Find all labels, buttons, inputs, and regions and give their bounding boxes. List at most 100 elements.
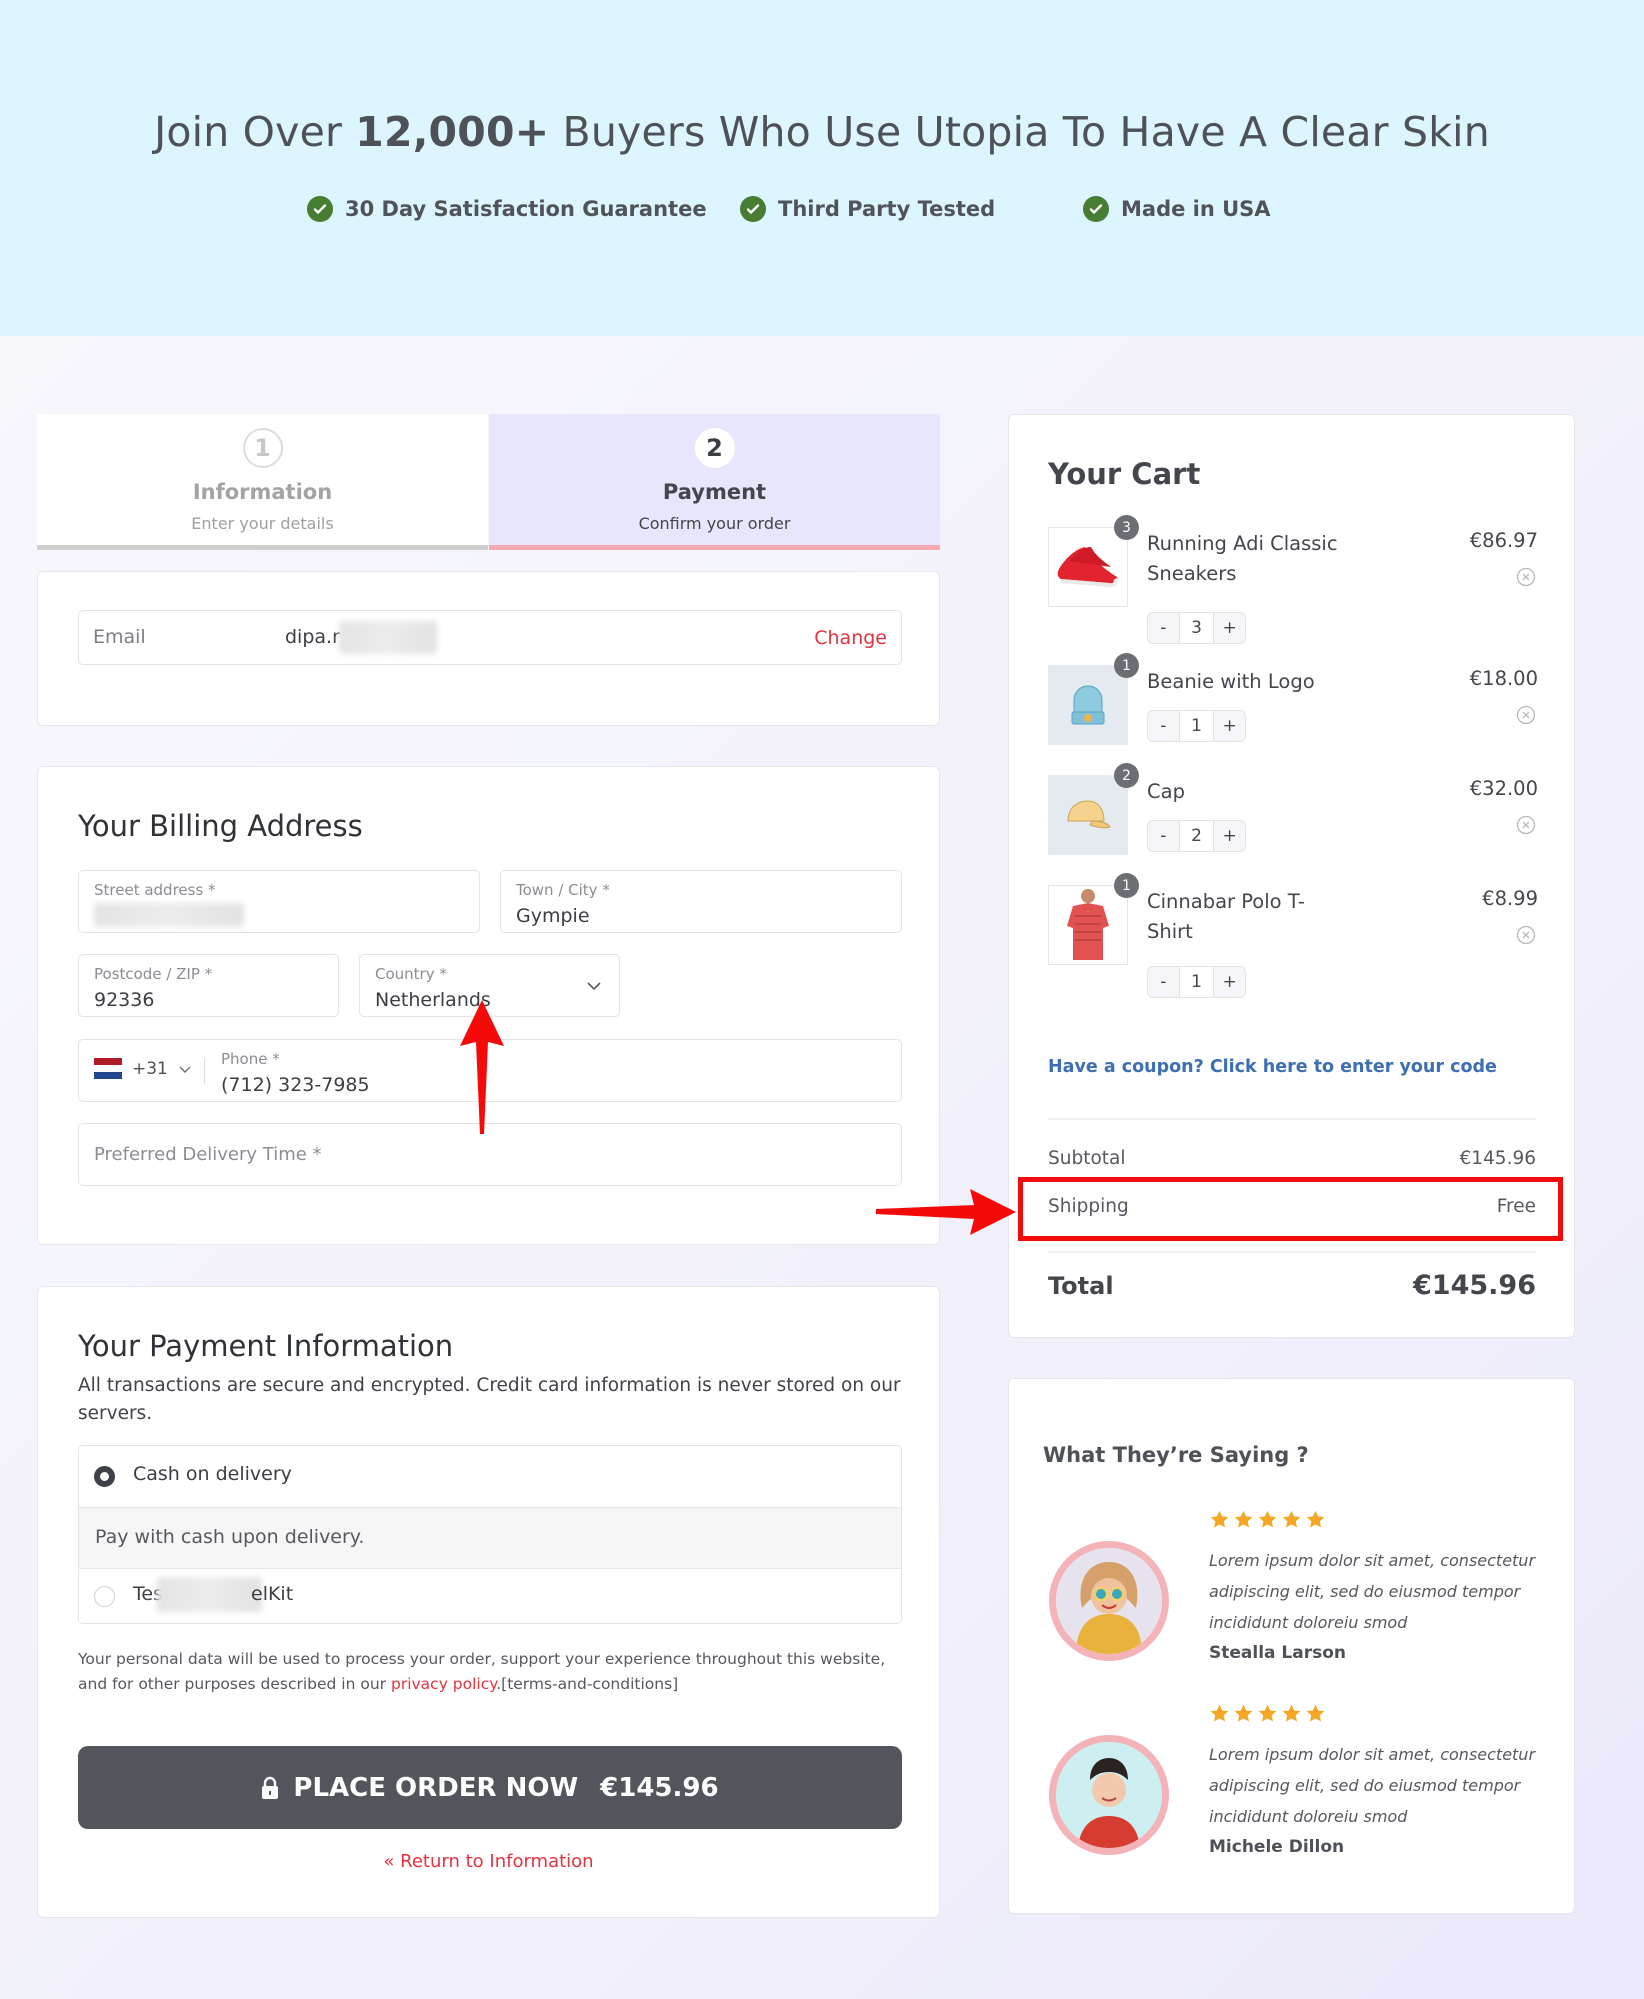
total-value: €145.96 xyxy=(1413,1270,1536,1301)
remove-item-icon[interactable] xyxy=(1516,925,1536,945)
street-address-label: Street address * xyxy=(94,881,216,899)
place-order-button[interactable]: PLACE ORDER NOW €145.96 xyxy=(78,1746,902,1829)
testimonial-quote: Lorem ipsum dolor sit amet, consectetur … xyxy=(1209,1551,1536,1632)
testimonial-author: Michele Dillon xyxy=(1209,1837,1345,1857)
subtotal-value: €145.96 xyxy=(1459,1148,1536,1169)
radio-selected[interactable] xyxy=(94,1466,115,1487)
change-email-link[interactable]: Change xyxy=(814,627,887,649)
redacted-blur xyxy=(157,1577,262,1612)
quantity-value[interactable]: 3 xyxy=(1178,613,1215,643)
cart-item: 2 Cap €32.00 - 2 + xyxy=(1048,763,1538,865)
rating-stars xyxy=(1209,1509,1326,1530)
remove-item-icon[interactable] xyxy=(1516,567,1536,587)
postcode-field[interactable]: Postcode / ZIP * 92336 xyxy=(78,954,339,1017)
decrease-qty-button[interactable]: - xyxy=(1148,967,1179,997)
avatar xyxy=(1049,1735,1169,1855)
step-subtitle: Enter your details xyxy=(191,514,334,533)
netherlands-flag-icon xyxy=(94,1058,122,1079)
product-image-polo xyxy=(1048,885,1128,965)
increase-qty-button[interactable]: + xyxy=(1214,821,1245,851)
annotation-arrow-right-icon xyxy=(876,1189,1016,1235)
chevron-down-icon xyxy=(179,1066,191,1073)
quantity-badge: 1 xyxy=(1114,873,1139,898)
star-icon xyxy=(1258,1510,1277,1528)
quantity-stepper[interactable]: - 1 + xyxy=(1147,710,1246,742)
annotation-highlight-box xyxy=(1018,1177,1563,1241)
feature-item: Third Party Tested xyxy=(740,196,995,222)
rating-stars xyxy=(1209,1703,1326,1724)
phone-separator xyxy=(204,1058,205,1084)
quantity-stepper[interactable]: - 3 + xyxy=(1147,612,1246,644)
item-name: Cap xyxy=(1147,780,1185,803)
remove-item-icon[interactable] xyxy=(1516,815,1536,835)
divider xyxy=(1048,1118,1536,1120)
decrease-qty-button[interactable]: - xyxy=(1148,613,1179,643)
step-information[interactable]: 1 Information Enter your details xyxy=(37,414,488,550)
phone-value: (712) 323-7985 xyxy=(221,1074,370,1096)
quantity-value[interactable]: 1 xyxy=(1178,711,1215,741)
star-icon xyxy=(1234,1510,1253,1528)
quantity-stepper[interactable]: - 1 + xyxy=(1147,966,1246,998)
phone-country-select[interactable]: +31 xyxy=(94,1058,192,1079)
decrease-qty-button[interactable]: - xyxy=(1148,821,1179,851)
payment-option-label: Cash on delivery xyxy=(133,1463,292,1485)
privacy-notice: Your personal data will be used to proce… xyxy=(78,1647,918,1697)
phone-label: Phone * xyxy=(221,1050,280,1068)
quantity-value[interactable]: 1 xyxy=(1178,967,1215,997)
delivery-time-placeholder: Preferred Delivery Time * xyxy=(94,1144,322,1165)
payment-options: Cash on delivery Pay with cash upon deli… xyxy=(78,1445,902,1624)
city-field[interactable]: Town / City * Gympie xyxy=(500,870,902,933)
step-subtitle: Confirm your order xyxy=(638,514,791,533)
radio-unselected[interactable] xyxy=(94,1586,115,1607)
step-title: Payment xyxy=(662,480,767,504)
coupon-link[interactable]: Have a coupon? Click here to enter your … xyxy=(1048,1057,1497,1077)
payment-option-detail-text: Pay with cash upon delivery. xyxy=(95,1526,365,1548)
item-price: €8.99 xyxy=(1482,887,1538,910)
cart-item: 3 Running Adi Classic Sneakers €86.97 - … xyxy=(1048,515,1538,644)
privacy-policy-link[interactable]: privacy policy xyxy=(391,1675,496,1693)
chevron-down-icon xyxy=(587,982,601,991)
testimonials-title: What They’re Saying ? xyxy=(1043,1443,1309,1467)
quantity-stepper[interactable]: - 2 + xyxy=(1147,820,1246,852)
remove-item-icon[interactable] xyxy=(1516,705,1536,725)
star-icon xyxy=(1306,1704,1325,1722)
step-number: 1 xyxy=(242,428,283,468)
payment-option-cod[interactable]: Cash on delivery xyxy=(79,1446,901,1507)
feature-label: Made in USA xyxy=(1121,197,1271,221)
feature-list: 30 Day Satisfaction Guarantee Third Part… xyxy=(0,196,1644,226)
star-icon xyxy=(1234,1704,1253,1722)
step-title: Information xyxy=(192,480,333,504)
street-address-field[interactable]: Street address * xyxy=(78,870,480,933)
quantity-value[interactable]: 2 xyxy=(1178,821,1215,851)
feature-label: Third Party Tested xyxy=(778,197,996,221)
item-price: €18.00 xyxy=(1469,667,1538,690)
return-to-information-link[interactable]: « Return to Information xyxy=(38,1851,939,1872)
testimonial-item: Lorem ipsum dolor sit amet, consectetur … xyxy=(1049,1509,1549,1679)
star-icon xyxy=(1282,1704,1301,1722)
item-price: €32.00 xyxy=(1469,777,1538,800)
payment-option-other[interactable]: Tes elKit xyxy=(79,1569,901,1623)
payment-option-label-end: elKit xyxy=(251,1583,294,1605)
testimonial-quote: Lorem ipsum dolor sit amet, consectetur … xyxy=(1209,1745,1536,1826)
star-icon xyxy=(1258,1704,1277,1722)
avatar xyxy=(1049,1541,1169,1661)
total-label: Total xyxy=(1048,1272,1114,1300)
star-icon xyxy=(1210,1704,1229,1722)
quantity-badge: 2 xyxy=(1114,763,1139,788)
hero-title-suffix: Buyers Who Use Utopia To Have A Clear Sk… xyxy=(549,108,1490,156)
increase-qty-button[interactable]: + xyxy=(1214,613,1245,643)
divider xyxy=(1048,1251,1536,1253)
increase-qty-button[interactable]: + xyxy=(1214,967,1245,997)
decrease-qty-button[interactable]: - xyxy=(1148,711,1179,741)
increase-qty-button[interactable]: + xyxy=(1214,711,1245,741)
step-payment[interactable]: 2 Payment Confirm your order xyxy=(489,414,940,550)
hero-banner: Join Over 12,000+ Buyers Who Use Utopia … xyxy=(0,0,1644,336)
payment-option-detail: Pay with cash upon delivery. xyxy=(79,1507,901,1569)
redacted-blur xyxy=(339,621,437,654)
cart-item: 1 Beanie with Logo €18.00 - 1 + xyxy=(1048,653,1538,755)
country-label: Country * xyxy=(375,965,447,983)
terms-text: .[terms-and-conditions] xyxy=(496,1675,679,1693)
testimonial-author: Stealla Larson xyxy=(1209,1643,1347,1663)
product-image-beanie xyxy=(1048,665,1128,745)
subtotal-row: Subtotal €145.96 xyxy=(1048,1148,1536,1169)
